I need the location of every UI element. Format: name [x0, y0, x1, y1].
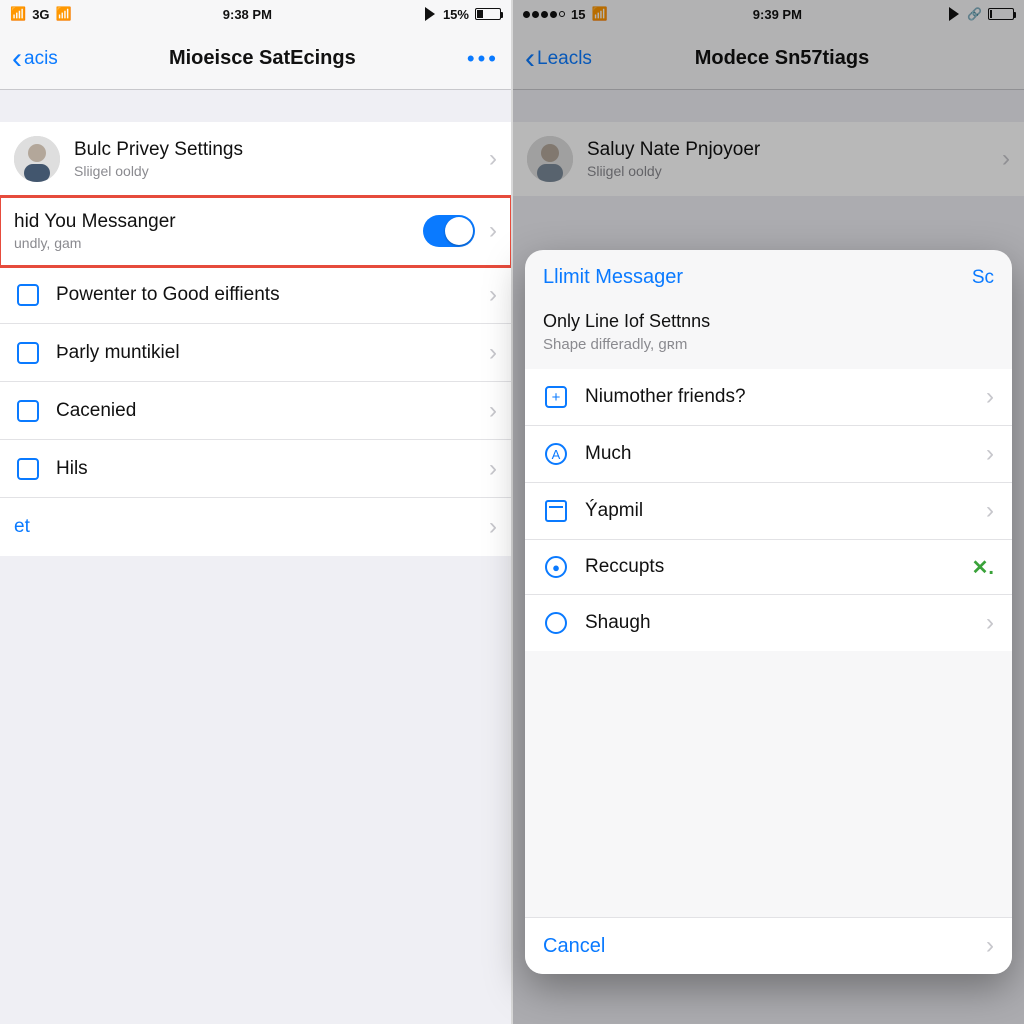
list-row[interactable]: et › [0, 498, 511, 556]
list-row[interactable]: Powenter to Good eiffients › [0, 266, 511, 324]
back-button[interactable]: ‹ acis [12, 44, 58, 74]
calendar-icon [545, 500, 567, 522]
list-row[interactable]: Hils › [0, 440, 511, 498]
row-title: hid You Messanger [14, 211, 409, 233]
status-bar: 📶 3G 📶 9:38 PM 15% [0, 0, 511, 28]
row-title: Hils [56, 458, 475, 480]
battery-icon [475, 8, 501, 20]
wifi-icon: 📶 [56, 6, 72, 22]
item-label: Shaugh [585, 612, 970, 634]
square-icon [17, 458, 39, 480]
location-icon [425, 7, 435, 21]
chevron-right-icon: › [986, 440, 994, 468]
item-label: Ýapmil [585, 500, 970, 522]
profile-row[interactable]: Bulc Privey Settings Sliigel ooldy › [0, 122, 511, 197]
phone-right: 15 📶 9:39 PM 🔗 ‹ Leacls Modece Sn57tiags [511, 0, 1024, 1024]
clock: 9:38 PM [223, 7, 272, 22]
more-button[interactable]: ••• [467, 46, 499, 72]
section-title: Only Line Iof Settnns [543, 311, 994, 332]
item-label: Much [585, 443, 970, 465]
square-icon [17, 400, 39, 422]
row-title: Þarly muntikiel [56, 342, 475, 364]
chevron-right-icon: › [489, 281, 497, 309]
section-sub: Shape differadly, gʀm [543, 336, 994, 353]
cancel-button[interactable]: Cancel › [525, 918, 1012, 974]
sheet-action[interactable]: Sc [972, 267, 994, 289]
carrier-label: 3G [32, 7, 49, 22]
a-icon: A [545, 443, 567, 465]
back-label: acis [24, 48, 58, 70]
cancel-label: Cancel [543, 935, 605, 958]
sheet-item[interactable]: A Much › [525, 426, 1012, 483]
battery-percent: 15% [443, 7, 469, 22]
row-messenger-toggle[interactable]: hid You Messanger undly, gam › [0, 197, 511, 266]
chevron-right-icon: › [489, 513, 497, 541]
item-label: Reccupts [585, 556, 956, 578]
action-sheet: Llimit Messager Sc Only Line Iof Settnns… [525, 250, 1012, 974]
sheet-title: Llimit Messager [543, 266, 683, 289]
sheet-item[interactable]: + Niumother friends? › [525, 369, 1012, 426]
chevron-right-icon: › [986, 609, 994, 637]
chevron-right-icon: › [489, 217, 497, 245]
square-icon [17, 342, 39, 364]
square-icon [17, 284, 39, 306]
profile-title: Bulc Privey Settings [74, 139, 475, 161]
link-label: et [14, 516, 475, 538]
phone-left: 📶 3G 📶 9:38 PM 15% ‹ acis Mioeisce SatEc… [0, 0, 511, 1024]
chevron-right-icon: › [489, 145, 497, 173]
chevron-right-icon: › [986, 383, 994, 411]
row-title: Powenter to Good eiffients [56, 284, 475, 306]
plus-icon: + [545, 386, 567, 408]
chevron-right-icon: › [986, 497, 994, 525]
page-title: Mioeisce SatEcings [169, 47, 356, 70]
mic-icon: ● [545, 556, 567, 578]
signal-icon: 📶 [10, 6, 26, 22]
row-sub: undly, gam [14, 235, 409, 251]
chevron-right-icon: › [986, 932, 994, 960]
chevron-right-icon: › [489, 339, 497, 367]
sheet-section-header: Only Line Iof Settnns Shape differadly, … [525, 305, 1012, 365]
chevron-left-icon: ‹ [12, 44, 22, 74]
sheet-item[interactable]: Shaugh › [525, 595, 1012, 651]
item-label: Niumother friends? [585, 386, 970, 408]
list-row[interactable]: Þarly muntikiel › [0, 324, 511, 382]
sheet-item[interactable]: ● Reccupts ✕. [525, 540, 1012, 595]
check-icon: ✕. [972, 555, 994, 580]
list-row[interactable]: Cacenied › [0, 382, 511, 440]
avatar [14, 136, 60, 182]
nav-bar: ‹ acis Mioeisce SatEcings ••• [0, 28, 511, 90]
face-icon [545, 612, 567, 634]
toggle-switch[interactable] [423, 215, 475, 247]
settings-list: Bulc Privey Settings Sliigel ooldy › hid… [0, 122, 511, 556]
row-title: Cacenied [56, 400, 475, 422]
chevron-right-icon: › [489, 397, 497, 425]
profile-sub: Sliigel ooldy [74, 163, 475, 179]
chevron-right-icon: › [489, 455, 497, 483]
sheet-item[interactable]: Ýapmil › [525, 483, 1012, 540]
